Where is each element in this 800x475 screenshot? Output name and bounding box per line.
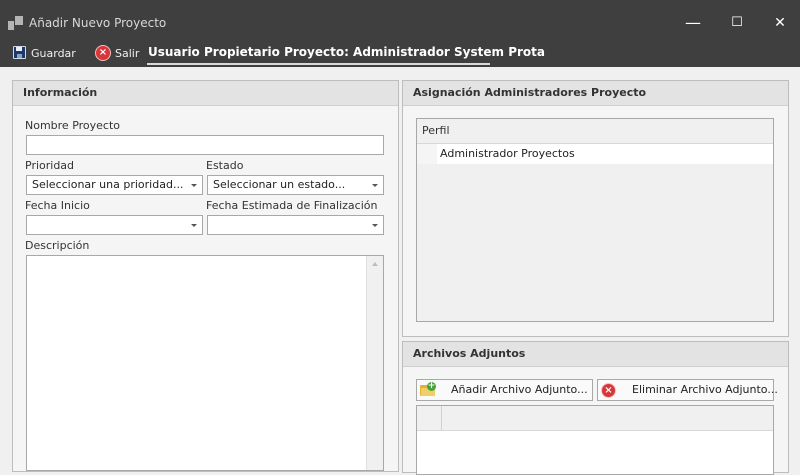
attachments-grid-header bbox=[417, 406, 773, 431]
admins-panel-header: Asignación Administradores Proyecto bbox=[403, 81, 788, 106]
folder-add-icon: + bbox=[420, 382, 436, 396]
end-date-picker[interactable] bbox=[207, 215, 384, 235]
project-name-input[interactable] bbox=[26, 135, 384, 155]
status-select[interactable]: Seleccionar un estado... bbox=[207, 175, 384, 195]
remove-attachment-label: Eliminar Archivo Adjunto... bbox=[632, 383, 778, 396]
maximize-button[interactable]: ☐ bbox=[725, 11, 749, 35]
info-panel-header: Información bbox=[13, 81, 398, 106]
app-icon bbox=[8, 15, 24, 31]
toolbar: Guardar × Salir Usuario Propietario Proy… bbox=[0, 44, 800, 67]
chevron-down-icon bbox=[191, 224, 197, 227]
start-date-label: Fecha Inicio bbox=[25, 199, 90, 212]
add-attachment-label: Añadir Archivo Adjunto... bbox=[451, 383, 588, 396]
project-name-label: Nombre Proyecto bbox=[25, 119, 121, 132]
remove-attachment-button[interactable]: × Eliminar Archivo Adjunto... bbox=[597, 379, 778, 401]
column-separator bbox=[441, 406, 442, 430]
attachments-panel-header: Archivos Adjuntos bbox=[403, 342, 788, 367]
scroll-up-icon bbox=[372, 262, 378, 266]
exit-button-label: Salir bbox=[115, 47, 140, 60]
save-button-label: Guardar bbox=[31, 47, 76, 60]
description-textarea[interactable] bbox=[26, 255, 384, 471]
save-icon bbox=[13, 46, 26, 59]
close-button[interactable]: ✕ bbox=[768, 11, 792, 35]
attachments-panel: Archivos Adjuntos + Añadir Archivo Adjun… bbox=[402, 341, 789, 475]
end-date-label: Fecha Estimada de Finalización bbox=[206, 199, 378, 212]
info-panel: Información Nombre Proyecto Prioridad Se… bbox=[12, 80, 399, 472]
add-attachment-button[interactable]: + Añadir Archivo Adjunto... bbox=[416, 379, 593, 401]
status-label: Estado bbox=[206, 159, 244, 172]
owner-label: Usuario Propietario Proyecto: Administra… bbox=[147, 44, 545, 65]
description-scrollbar[interactable] bbox=[366, 256, 383, 470]
profile-cell: Administrador Proyectos bbox=[440, 147, 575, 160]
admins-grid: Perfil Administrador Proyectos bbox=[416, 118, 774, 322]
priority-label: Prioridad bbox=[25, 159, 75, 172]
chevron-down-icon bbox=[372, 184, 378, 187]
start-date-picker[interactable] bbox=[26, 215, 203, 235]
status-select-value: Seleccionar un estado... bbox=[213, 178, 346, 191]
admins-panel: Asignación Administradores Proyecto Perf… bbox=[402, 80, 789, 337]
priority-select-value: Seleccionar una prioridad... bbox=[32, 178, 184, 191]
minimize-button[interactable]: — bbox=[681, 11, 705, 35]
chevron-down-icon bbox=[372, 224, 378, 227]
delete-icon: × bbox=[601, 383, 616, 398]
save-button[interactable]: Guardar bbox=[10, 44, 82, 67]
exit-icon: × bbox=[95, 45, 111, 61]
priority-select[interactable]: Seleccionar una prioridad... bbox=[26, 175, 203, 195]
grid-column-header-profile[interactable]: Perfil bbox=[417, 119, 773, 144]
chevron-down-icon bbox=[191, 184, 197, 187]
table-row[interactable]: Administrador Proyectos bbox=[417, 144, 773, 164]
row-indicator bbox=[417, 144, 437, 164]
window-title: Añadir Nuevo Proyecto bbox=[29, 16, 167, 30]
title-bar: Añadir Nuevo Proyecto — ☐ ✕ bbox=[0, 0, 800, 44]
attachments-grid bbox=[416, 405, 774, 475]
exit-button[interactable]: × Salir bbox=[94, 44, 142, 67]
description-label: Descripción bbox=[25, 239, 90, 252]
